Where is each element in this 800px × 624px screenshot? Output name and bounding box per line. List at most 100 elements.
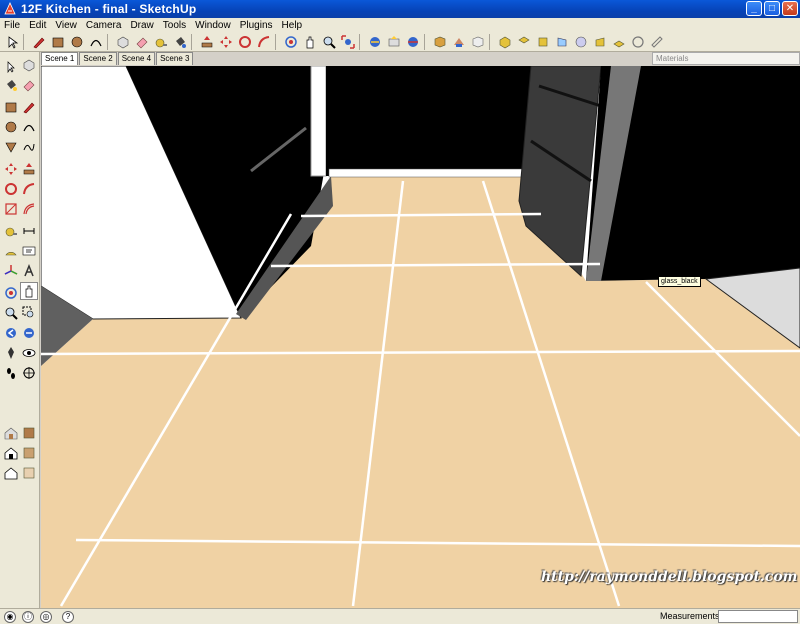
- follow-me-icon[interactable]: [20, 180, 38, 198]
- rectangle-icon[interactable]: [48, 33, 67, 51]
- geo-location-icon[interactable]: ◉: [4, 611, 16, 623]
- front-view-icon[interactable]: [533, 33, 552, 51]
- previous-view-icon[interactable]: [2, 324, 20, 342]
- close-button[interactable]: ✕: [782, 1, 798, 16]
- menu-window[interactable]: Window: [195, 20, 231, 31]
- title-bar: 12F Kitchen - final - SketchUp _ □ ✕: [0, 0, 800, 18]
- arc-icon[interactable]: [86, 33, 105, 51]
- move-icon[interactable]: [216, 33, 235, 51]
- tab-scene-4[interactable]: Scene 4: [117, 52, 156, 65]
- select-icon[interactable]: [2, 58, 20, 76]
- text-icon[interactable]: [20, 242, 38, 260]
- add-location-icon[interactable]: [2, 424, 20, 442]
- tab-scene-2[interactable]: Scene 2: [79, 52, 117, 65]
- follow-me-icon[interactable]: [254, 33, 273, 51]
- photo-textures-icon[interactable]: [2, 444, 20, 462]
- arc-icon[interactable]: [20, 118, 38, 136]
- credits-icon[interactable]: ⓘ: [22, 611, 34, 623]
- left-view-icon[interactable]: [590, 33, 609, 51]
- menu-plugins[interactable]: Plugins: [240, 20, 273, 31]
- menu-camera[interactable]: Camera: [86, 20, 122, 31]
- home-icon[interactable]: [2, 464, 20, 482]
- eraser-icon[interactable]: [132, 33, 151, 51]
- circle-icon[interactable]: [67, 33, 86, 51]
- move-icon[interactable]: [2, 160, 20, 178]
- tape-measure-icon[interactable]: [151, 33, 170, 51]
- position-camera-icon[interactable]: [2, 344, 20, 362]
- tab-scene-1[interactable]: Scene 1: [41, 52, 79, 65]
- 3d-viewport[interactable]: glass_black http://raymonddell.blogspot.…: [41, 66, 800, 608]
- window-controls: _ □ ✕: [746, 1, 798, 16]
- sketchup-app-icon[interactable]: [3, 2, 17, 16]
- measurements-input[interactable]: [718, 610, 798, 623]
- section-icon[interactable]: [403, 33, 422, 51]
- help-icon[interactable]: ?: [62, 611, 74, 623]
- section-plane-icon[interactable]: [20, 364, 38, 382]
- scene-tabs: Scene 1 Scene 2 Scene 4 Scene 3: [41, 52, 194, 65]
- push-pull-icon[interactable]: [197, 33, 216, 51]
- select-icon[interactable]: [2, 33, 21, 51]
- zoom-icon[interactable]: [319, 33, 338, 51]
- pan-icon[interactable]: [300, 33, 319, 51]
- 3d-text-icon[interactable]: [20, 262, 38, 280]
- pencil-icon[interactable]: [20, 98, 38, 116]
- polygon-icon[interactable]: [2, 138, 20, 156]
- zoom-window-icon[interactable]: [20, 304, 38, 322]
- back-view-icon[interactable]: [571, 33, 590, 51]
- materials-icon[interactable]: [449, 33, 468, 51]
- top-view-icon[interactable]: [514, 33, 533, 51]
- right-view-icon[interactable]: [552, 33, 571, 51]
- walk-icon[interactable]: [2, 364, 20, 382]
- paint-bucket-icon[interactable]: [2, 76, 20, 94]
- menu-view[interactable]: View: [55, 20, 77, 31]
- toggle-terrain-icon[interactable]: [20, 424, 38, 442]
- status-bar: ◉ ⓘ ◎ ? Measurements: [0, 608, 800, 624]
- maximize-button[interactable]: □: [764, 1, 780, 16]
- rotate-icon[interactable]: [2, 180, 20, 198]
- push-pull-icon[interactable]: [20, 160, 38, 178]
- pencil-icon[interactable]: [29, 33, 48, 51]
- freehand-icon[interactable]: [20, 138, 38, 156]
- share-model-icon[interactable]: [384, 33, 403, 51]
- get-models-icon[interactable]: [365, 33, 384, 51]
- materials-panel-title[interactable]: Materials: [652, 52, 800, 65]
- zoom-icon[interactable]: [2, 304, 20, 322]
- minimize-button[interactable]: _: [746, 1, 762, 16]
- zoom-extents-icon[interactable]: [338, 33, 357, 51]
- menu-edit[interactable]: Edit: [29, 20, 46, 31]
- menu-draw[interactable]: Draw: [130, 20, 153, 31]
- rotate-icon[interactable]: [235, 33, 254, 51]
- back-wall-strip: [310, 66, 327, 177]
- menu-help[interactable]: Help: [282, 20, 303, 31]
- look-around-icon[interactable]: [20, 344, 38, 362]
- styles-icon[interactable]: [468, 33, 487, 51]
- menu-tools[interactable]: Tools: [163, 20, 186, 31]
- measurements-label: Measurements: [660, 611, 720, 621]
- tape-measure-icon[interactable]: [2, 222, 20, 240]
- menu-file[interactable]: File: [4, 20, 20, 31]
- rectangle-icon[interactable]: [2, 98, 20, 116]
- zoom-extents-icon[interactable]: [20, 324, 38, 342]
- make-component-icon[interactable]: [20, 56, 38, 74]
- components-icon[interactable]: [430, 33, 449, 51]
- wireframe-icon[interactable]: [647, 33, 666, 51]
- iso-view-icon[interactable]: [495, 33, 514, 51]
- tab-scene-3[interactable]: Scene 3: [156, 52, 194, 65]
- paint-bucket-icon[interactable]: [170, 33, 189, 51]
- orbit-icon[interactable]: [2, 284, 20, 302]
- xray-icon[interactable]: [628, 33, 647, 51]
- get-current-view-icon[interactable]: [20, 444, 38, 462]
- instructor-icon[interactable]: ◎: [40, 611, 52, 623]
- circle-icon[interactable]: [2, 118, 20, 136]
- axes-icon[interactable]: [2, 262, 20, 280]
- preview-in-earth-icon[interactable]: [20, 464, 38, 482]
- protractor-icon[interactable]: [2, 242, 20, 260]
- offset-icon[interactable]: [20, 200, 38, 218]
- eraser-icon[interactable]: [20, 76, 38, 94]
- bottom-view-icon[interactable]: [609, 33, 628, 51]
- make-component-icon[interactable]: [113, 33, 132, 51]
- dimension-icon[interactable]: [20, 222, 38, 240]
- orbit-icon[interactable]: [281, 33, 300, 51]
- scale-icon[interactable]: [2, 200, 20, 218]
- pan-icon[interactable]: [20, 282, 38, 300]
